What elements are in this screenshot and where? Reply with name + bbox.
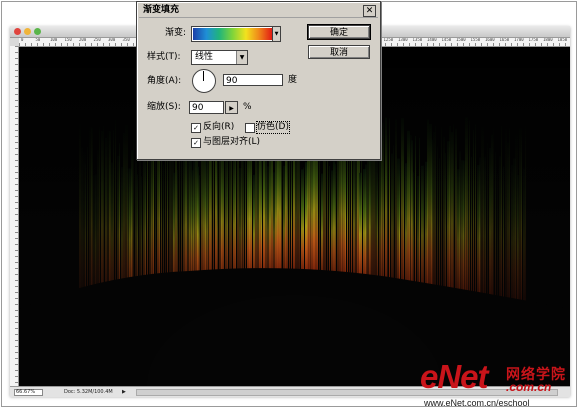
ruler-tick-label: 150 — [64, 38, 72, 42]
reverse-label[interactable]: 反向(R) — [203, 122, 234, 133]
style-select[interactable]: 线性 ▼ — [191, 50, 248, 65]
ruler-tick-label: 100 — [50, 38, 58, 42]
ruler-tick-label: 1400 — [427, 38, 437, 42]
ruler-tick-label: 350 — [122, 38, 130, 42]
dither-label[interactable]: 仿色(D) — [256, 121, 290, 134]
ruler-tick-label: 50 — [35, 38, 41, 42]
ruler-tick-label: 1700 — [514, 38, 524, 42]
ruler-tick-label: 1350 — [412, 38, 423, 42]
angle-needle — [203, 71, 204, 81]
ruler-tick-label: 300 — [108, 38, 116, 42]
scale-label: 缩放(S): — [147, 102, 181, 112]
ok-button[interactable]: 确定 — [307, 24, 371, 40]
gradient-picker[interactable]: ▼ — [191, 26, 281, 42]
dialog-titlebar[interactable]: 渐变填充 ✕ — [139, 4, 378, 18]
gradient-label: 渐变: — [165, 28, 187, 38]
vertical-ruler[interactable] — [10, 46, 19, 386]
angle-input[interactable]: 90 — [223, 74, 283, 86]
ruler-tick-label: 1800 — [543, 38, 553, 42]
watermark-url: www.eNet.com.cn/eschool — [424, 398, 530, 408]
angle-dial[interactable] — [192, 69, 216, 93]
dither-checkbox[interactable] — [245, 123, 255, 133]
window-minimize-button[interactable] — [24, 28, 31, 35]
enet-watermark: eNet 网络学院 .com.cn www.eNet.com.cn/eschoo… — [420, 358, 580, 410]
align-with-layer-checkbox[interactable]: ✓ — [191, 138, 201, 148]
dialog-title: 渐变填充 — [143, 5, 180, 15]
zoom-level-field[interactable]: 66.67% — [14, 389, 43, 396]
ruler-tick-label: 1650 — [499, 38, 510, 42]
cancel-button[interactable]: 取消 — [308, 45, 370, 59]
ruler-tick-label: 1850 — [557, 38, 568, 42]
scale-unit: % — [243, 102, 252, 112]
ruler-tick-label: 1750 — [528, 38, 539, 42]
ruler-tick-label: 1550 — [470, 38, 481, 42]
ruler-tick-label: 1250 — [383, 38, 394, 42]
chevron-down-icon[interactable]: ▼ — [236, 51, 247, 64]
ruler-tick-label: 200 — [79, 38, 87, 42]
document-size-info: Doc: 5.32M/100.4M — [64, 389, 113, 395]
angle-label: 角度(A): — [147, 76, 182, 86]
triangle-right-icon[interactable]: ▶ — [225, 101, 238, 114]
gradient-swatch[interactable] — [193, 28, 272, 40]
ruler-tick-label: 1450 — [441, 38, 452, 42]
angle-unit: 度 — [288, 75, 298, 85]
align-with-layer-label[interactable]: 与图层对齐(L) — [203, 137, 260, 148]
window-zoom-button[interactable] — [34, 28, 41, 35]
gradient-fill-dialog: 渐变填充 ✕ 渐变: ▼ 样式(T): 线性 ▼ 角度(A): 90 度 缩放(… — [136, 1, 381, 160]
window-close-button[interactable] — [14, 28, 21, 35]
ruler-tick-label: 1500 — [456, 38, 466, 42]
reverse-checkbox[interactable]: ✓ — [191, 123, 201, 133]
style-selected-value: 线性 — [195, 52, 214, 62]
ruler-tick-label: 1300 — [398, 38, 408, 42]
scale-input[interactable]: 90 — [189, 101, 224, 114]
ruler-tick-label: 0 — [21, 38, 24, 42]
style-label: 样式(T): — [147, 52, 181, 62]
ruler-tick-label: 250 — [93, 38, 101, 42]
status-menu-arrow-icon[interactable]: ▶ — [122, 387, 126, 397]
close-icon[interactable]: ✕ — [363, 5, 376, 17]
watermark-brand: eNet — [420, 358, 489, 395]
watermark-domain: .com.cn — [506, 380, 552, 394]
chevron-down-icon[interactable]: ▼ — [272, 27, 280, 41]
ruler-tick-label: 1600 — [485, 38, 495, 42]
